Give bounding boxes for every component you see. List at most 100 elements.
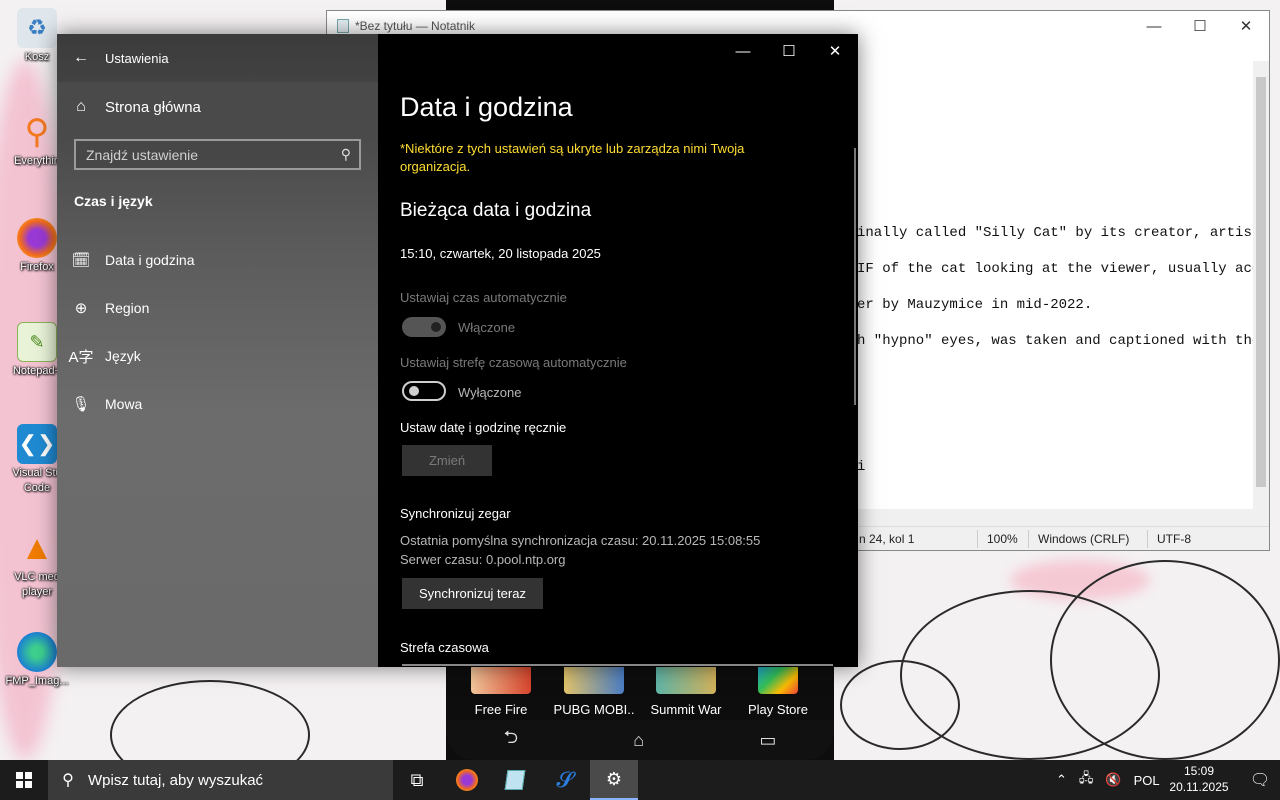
current-datetime: 15:10, czwartek, 20 listopada 2025 (400, 246, 601, 261)
phone-app-label: Play Store (748, 702, 808, 717)
maximize-icon[interactable]: ☐ (1177, 11, 1223, 41)
sidebar-item-home[interactable]: ⌂ Strona główna (57, 82, 378, 132)
phone-app-play-store[interactable]: Play Store (732, 664, 824, 717)
sidebar-item-label: Data i godzina (105, 252, 195, 268)
play-store-icon (758, 664, 798, 694)
text-line: h "hypno" eyes, was taken and captioned … (857, 333, 1257, 349)
network-icon[interactable]: 🖧 (1079, 769, 1094, 791)
firefox-icon (17, 218, 57, 258)
globe-icon: ⊕ (74, 300, 88, 317)
sidebar-item-date-time[interactable]: 🗓 Data i godzina (57, 236, 378, 284)
close-icon[interactable]: ✕ (1223, 11, 1269, 41)
settings-window-controls: — ☐ ✕ (720, 34, 858, 68)
settings-sidebar: ← Ustawienia ⌂ Strona główna Znajdź usta… (57, 34, 378, 667)
sidebar-section-heading: Czas i język (74, 193, 153, 209)
notification-center-icon[interactable]: 🗨 (1240, 760, 1280, 800)
phone-nav-bar: ⮌ ⌂ ▭ (446, 720, 834, 760)
clock-time: 15:09 (1183, 764, 1215, 778)
back-arrow-icon[interactable]: ← (57, 49, 105, 67)
minimize-icon[interactable]: — (1131, 11, 1177, 41)
pubg-icon (564, 664, 624, 694)
minimize-icon[interactable]: — (720, 34, 766, 68)
settings-scrollbar[interactable] (854, 148, 856, 405)
taskbar-settings-icon[interactable]: ⚙ (590, 760, 638, 800)
vlc-icon: ▲ (20, 528, 54, 567)
search-icon: ⚲ (340, 146, 351, 162)
timezone-dropdown[interactable] (402, 664, 833, 666)
taskbar-clock[interactable]: 15:09 20.11.2025 (1164, 763, 1234, 795)
volume-muted-icon[interactable]: 🔇 (1105, 772, 1121, 788)
taskbar-firefox-icon[interactable] (443, 760, 491, 800)
home-nav-icon[interactable]: ⌂ (633, 730, 644, 751)
text-line: IF of the cat looking at the viewer, usu… (857, 261, 1257, 277)
recycle-bin-icon: ♻ (17, 8, 57, 48)
current-datetime-heading: Bieżąca data i godzina (400, 200, 592, 221)
search-placeholder: Znajdź ustawienie (86, 146, 199, 163)
auto-time-state: Włączone (458, 320, 516, 335)
back-nav-icon[interactable]: ⮌ (504, 725, 518, 755)
notepad-title: *Bez tytułu — Notatnik (355, 19, 476, 33)
taskbar-search-placeholder: Wpisz tutaj, aby wyszukać (88, 771, 264, 789)
auto-time-label: Ustawiaj czas automatycznie (400, 290, 567, 305)
auto-time-toggle[interactable] (402, 317, 446, 337)
sidebar-item-speech[interactable]: 🎙 Mowa (57, 380, 378, 428)
system-tray: ⌃ 🖧 🔇 POL (1056, 760, 1160, 800)
phone-app-label: PUBG MOBI.. (553, 702, 635, 717)
sidebar-item-label: Język (105, 348, 141, 364)
taskbar-emulator-icon[interactable]: 𝓢 (541, 760, 589, 800)
encoding: UTF-8 (1157, 532, 1191, 546)
auto-zone-toggle[interactable] (402, 381, 446, 401)
taskbar: ⚲ Wpisz tutaj, aby wyszukać ⧉ 𝓢 ⚙ ⌃ 🖧 🔇 … (0, 760, 1280, 800)
phone-app-label: Free Fire (474, 702, 528, 717)
free-fire-icon (471, 664, 531, 694)
auto-zone-label: Ustawiaj strefę czasową automatycznie (400, 355, 627, 370)
notepad-vertical-scrollbar[interactable] (1253, 61, 1269, 516)
vscode-icon: ❮❯ (17, 424, 57, 464)
page-title: Data i godzina (400, 92, 573, 122)
task-view-icon[interactable]: ⧉ (393, 760, 441, 800)
text-line: inally called "Silly Cat" by its creator… (857, 225, 1257, 241)
settings-search-input[interactable]: Znajdź ustawienie ⚲ (74, 139, 361, 170)
input-language[interactable]: POL (1134, 773, 1160, 788)
desktop-icon-label: FMP_Imag... (5, 675, 69, 687)
start-button[interactable] (0, 760, 48, 800)
timezone-heading: Strefa czasowa (400, 640, 489, 655)
close-icon[interactable]: ✕ (812, 34, 858, 68)
sidebar-item-label: Mowa (105, 396, 143, 412)
notepad-window-controls: — ☐ ✕ (1131, 11, 1269, 41)
phone-app-pubg[interactable]: PUBG MOBI.. (548, 664, 640, 717)
change-button[interactable]: Zmień (402, 445, 492, 476)
sync-now-button[interactable]: Synchronizuj teraz (402, 578, 543, 609)
notepad-document-icon (337, 19, 349, 33)
taskbar-search-box[interactable]: ⚲ Wpisz tutaj, aby wyszukać (48, 760, 393, 800)
line-ending: Windows (CRLF) (1038, 532, 1130, 546)
settings-titlebar: ← Ustawienia (57, 34, 378, 82)
edge-icon (17, 632, 57, 672)
recents-nav-icon[interactable]: ▭ (759, 730, 776, 751)
summit-war-icon (656, 664, 716, 694)
settings-window-title: Ustawienia (105, 50, 169, 66)
sync-clock-heading: Synchronizuj zegar (400, 506, 511, 521)
calendar-clock-icon: 🗓 (71, 252, 91, 269)
settings-window: ← Ustawienia ⌂ Strona główna Znajdź usta… (57, 34, 858, 667)
phone-app-free-fire[interactable]: Free Fire (455, 664, 547, 717)
sidebar-item-label: Strona główna (105, 98, 201, 116)
auto-zone-state: Wyłączone (458, 385, 522, 400)
notepad-plus-icon: ✎ (17, 322, 57, 362)
last-sync-text: Ostatnia pomyślna synchronizacja czasu: … (400, 533, 761, 548)
policy-warning: *Niektóre z tych ustawień są ukryte lub … (400, 141, 745, 174)
search-icon: ⚲ (62, 772, 74, 789)
sidebar-item-region[interactable]: ⊕ Region (57, 284, 378, 332)
text-line: i (857, 459, 866, 475)
microphone-icon: 🎙 (71, 396, 91, 413)
home-icon: ⌂ (76, 98, 86, 115)
maximize-icon[interactable]: ☐ (766, 34, 812, 68)
phone-app-summit-war[interactable]: Summit War (640, 664, 732, 717)
sidebar-item-language[interactable]: A字 Język (57, 332, 378, 380)
zoom-level: 100% (987, 532, 1018, 546)
chevron-up-icon[interactable]: ⌃ (1056, 772, 1067, 788)
cursor-position: n 24, kol 1 (859, 532, 915, 546)
taskbar-notepad-icon[interactable] (491, 760, 539, 800)
manual-datetime-label: Ustaw datę i godzinę ręcznie (400, 420, 567, 435)
sidebar-item-label: Region (105, 300, 150, 316)
